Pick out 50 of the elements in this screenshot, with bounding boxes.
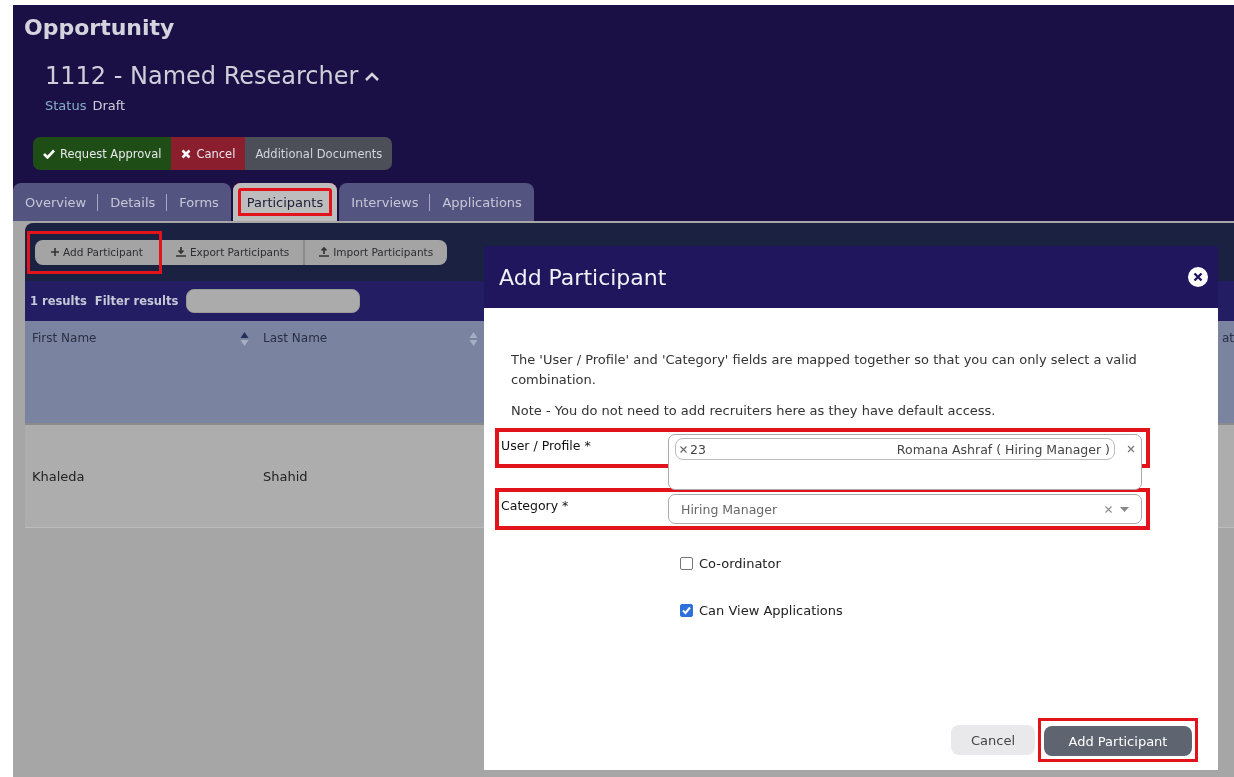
- close-icon: [181, 148, 192, 159]
- tab[interactable]: Details: [98, 183, 168, 221]
- page-title: Opportunity: [24, 15, 176, 40]
- clear-icon[interactable]: [1127, 445, 1135, 453]
- selected-tag: 23 Romana Ashraf ( Hiring Manager ): [675, 438, 1115, 460]
- column-header[interactable]: at: [1221, 331, 1234, 345]
- cancel-button[interactable]: Cancel: [951, 725, 1035, 755]
- clear-icon[interactable]: [1105, 505, 1112, 513]
- results-count: 1 results: [30, 294, 87, 308]
- status-label: Status: [45, 98, 87, 113]
- checkbox[interactable]: [680, 604, 693, 617]
- add-participant-button[interactable]: Add Participant: [35, 239, 159, 265]
- close-icon[interactable]: [1188, 267, 1208, 287]
- record-title: 1112 - Named Researcher: [45, 62, 359, 90]
- sort-icon[interactable]: [240, 331, 249, 347]
- tab[interactable]: Overview: [13, 183, 99, 221]
- import-participants-button[interactable]: Import Participants: [305, 239, 448, 265]
- checkbox-label: Can View Applications: [699, 603, 843, 618]
- check-icon: [43, 148, 55, 159]
- field-label: User / Profile *: [501, 437, 592, 453]
- note-text: Note - You do not need to add recruiters here as they have default access.: [511, 403, 997, 418]
- column-header[interactable]: Last Name: [263, 331, 328, 345]
- download-icon: [175, 247, 186, 257]
- column-header[interactable]: First Name: [32, 331, 97, 345]
- tab[interactable]: Participants: [232, 183, 338, 221]
- table-cell-text: Khaleda: [31, 468, 86, 484]
- category-select[interactable]: Hiring Manager: [668, 494, 1142, 524]
- table-cell-text: Shahid: [262, 468, 308, 484]
- cancel-button[interactable]: Cancel: [171, 137, 246, 170]
- checkbox[interactable]: [680, 557, 693, 570]
- user-profile-field[interactable]: 23 Romana Ashraf ( Hiring Manager ): [668, 434, 1142, 490]
- caret-up-icon[interactable]: [364, 72, 381, 82]
- checkbox-label: Co-ordinator: [699, 556, 781, 571]
- add-participant-button[interactable]: Add Participant: [1044, 726, 1192, 756]
- tab[interactable]: Interviews: [339, 183, 431, 221]
- field-label: Category *: [501, 497, 570, 513]
- approve-button[interactable]: Request Approval: [33, 137, 172, 170]
- remove-icon[interactable]: [680, 445, 687, 453]
- upload-icon: [319, 247, 330, 257]
- dialog-title: Add Participant: [499, 264, 667, 290]
- tab[interactable]: Forms: [167, 183, 231, 221]
- status-value: Draft: [92, 98, 126, 113]
- caret-down-icon[interactable]: [1120, 506, 1129, 512]
- export-participants-button[interactable]: Export Participants: [161, 239, 306, 265]
- tab[interactable]: Applications: [430, 183, 534, 221]
- documents-button[interactable]: Additional Documents: [245, 137, 393, 170]
- filter-input[interactable]: [186, 289, 361, 313]
- intro-text: The 'User / Profile' and 'Category' fields are mapped together so that you can only select a valid combination.: [511, 351, 1138, 389]
- plus-icon: [51, 248, 59, 256]
- filter-label: Filter results: [94, 294, 179, 308]
